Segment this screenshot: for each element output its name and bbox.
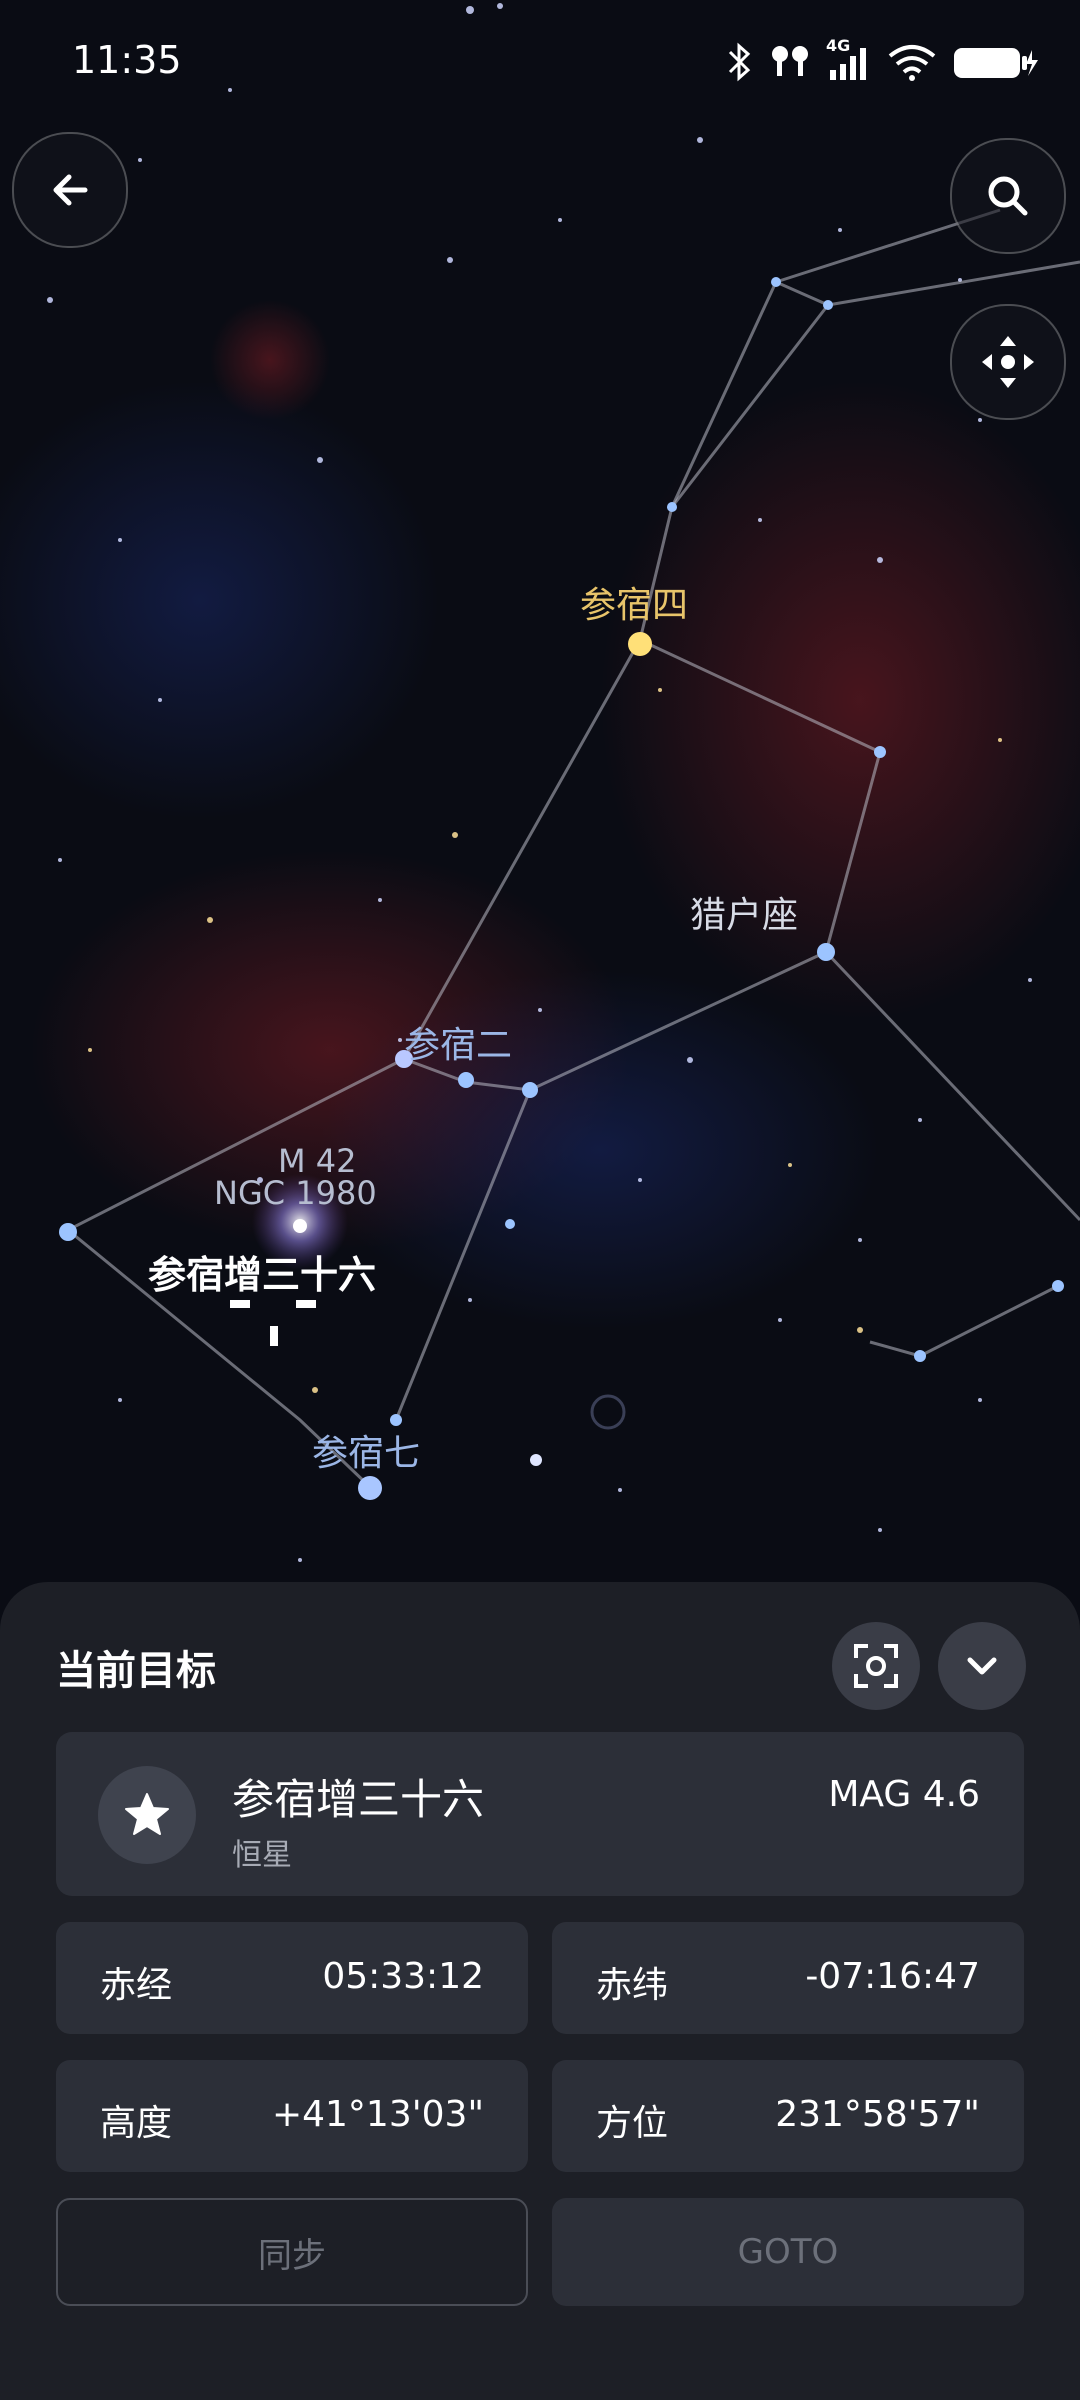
target-card[interactable]: 参宿增三十六 恒星 MAG 4.6 (56, 1732, 1024, 1896)
sync-button[interactable]: 同步 (56, 2198, 528, 2306)
network-type: 4G (826, 36, 851, 55)
status-time: 11:35 (72, 38, 182, 82)
locate-button[interactable] (950, 304, 1066, 420)
coord-label: 赤纬 (596, 1965, 669, 2006)
status-bar: 11:35 4G (0, 0, 1080, 120)
coord-value: +41°13'03" (271, 2094, 484, 2135)
earbuds-icon (772, 46, 808, 76)
move-target-icon (982, 336, 1034, 388)
target-name: 参宿增三十六 (232, 1775, 485, 1824)
goto-button[interactable]: GOTO (552, 2198, 1024, 2306)
coord-azimuth: 方位 231°58'57" (552, 2060, 1024, 2172)
coord-label: 赤经 (100, 1965, 173, 2006)
coord-value: -07:16:47 (805, 1956, 980, 1997)
collapse-panel-button[interactable] (938, 1622, 1026, 1710)
center-target-button[interactable] (832, 1622, 920, 1710)
target-type: 恒星 (232, 1838, 292, 1873)
label-alnilam[interactable]: 参宿二 (404, 1016, 512, 1068)
label-saiph[interactable]: 参宿七 (312, 1424, 420, 1476)
sky-map[interactable] (0, 0, 1080, 1640)
coord-value: 05:33:12 (322, 1956, 484, 1997)
target-magnitude: MAG 4.6 (828, 1774, 980, 1815)
back-button[interactable] (12, 132, 128, 248)
wifi-icon (888, 45, 936, 81)
coord-label: 方位 (596, 2103, 669, 2144)
search-button[interactable] (950, 138, 1066, 254)
focus-frame-icon (854, 1644, 898, 1688)
label-betelgeuse[interactable]: 参宿四 (580, 576, 688, 628)
panel-title: 当前目标 (56, 1648, 216, 1694)
label-selected-target[interactable]: 参宿增三十六 (148, 1244, 376, 1299)
chevron-down-icon (967, 1657, 997, 1675)
star-icon (125, 1793, 169, 1835)
status-icons: 4G (724, 36, 1040, 86)
signal-icon: 4G (826, 36, 872, 82)
arrow-left-icon (53, 174, 88, 206)
search-icon (988, 176, 1028, 216)
coord-label: 高度 (100, 2103, 173, 2144)
battery-icon (954, 48, 1038, 78)
coord-altitude: 高度 +41°13'03" (56, 2060, 528, 2172)
coord-ra: 赤经 05:33:12 (56, 1922, 528, 2034)
coord-dec: 赤纬 -07:16:47 (552, 1922, 1024, 2034)
label-orion-constellation[interactable]: 猎户座 (690, 886, 798, 938)
label-ngc1980[interactable]: NGC 1980 (214, 1174, 377, 1212)
coord-value: 231°58'57" (775, 2094, 980, 2135)
star-badge (98, 1766, 196, 1864)
bluetooth-icon (728, 42, 751, 82)
target-info-panel: 当前目标 参宿增三十六 恒星 MAG 4.6 赤经 05:33:12 赤纬 -0… (0, 1582, 1080, 2400)
